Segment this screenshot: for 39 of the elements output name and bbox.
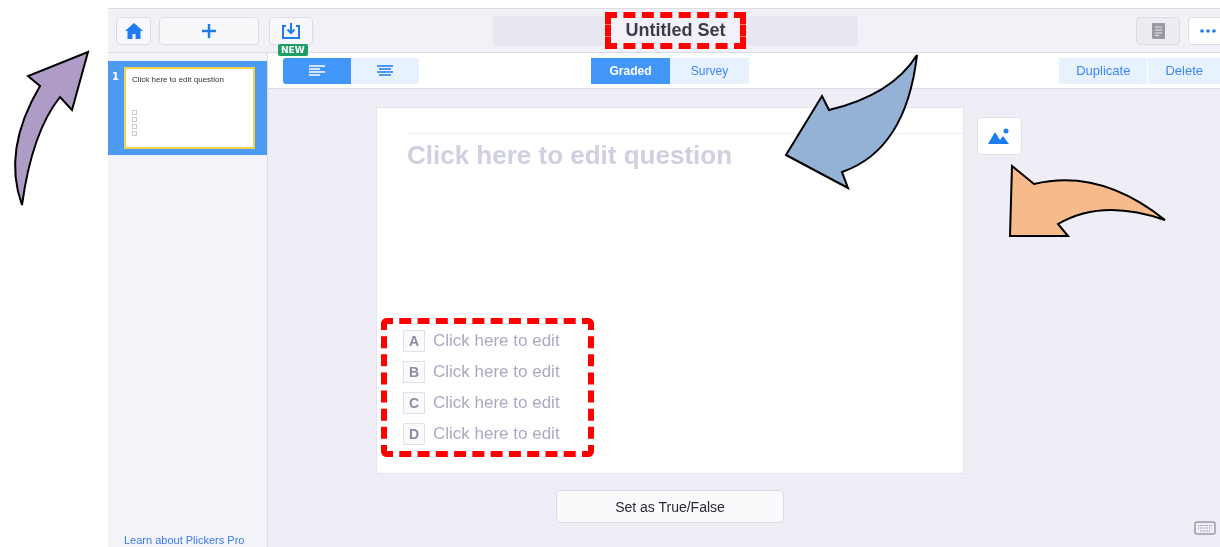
learn-more-link[interactable]: Learn about Plickers Pro	[108, 534, 267, 547]
choice-letter: D	[403, 423, 425, 445]
choice-field[interactable]: Click here to edit	[433, 393, 578, 413]
choice-letter: A	[403, 330, 425, 352]
plus-icon	[201, 22, 217, 39]
choice-letter: C	[403, 392, 425, 414]
keyboard-icon[interactable]	[1194, 521, 1216, 535]
align-left-icon	[309, 65, 325, 76]
home-icon	[124, 22, 143, 39]
alignment-button[interactable]	[351, 57, 419, 84]
download-icon	[281, 21, 301, 40]
align-center-icon	[377, 65, 393, 76]
action-button[interactable]: Delete	[1148, 57, 1220, 84]
title-field[interactable]: Untitled Set	[493, 15, 858, 46]
choice-marker-icon	[131, 131, 137, 136]
document-button[interactable]	[1136, 16, 1180, 45]
slide-item[interactable]: 1 Click here to edit question	[108, 61, 267, 155]
set-title: Untitled Set	[625, 20, 726, 40]
image-icon	[987, 128, 1012, 144]
choice-field[interactable]: Click here to edit	[433, 424, 578, 444]
choice-field[interactable]: Click here to edit	[433, 362, 578, 382]
choice-marker-icon	[131, 117, 137, 122]
choice-field[interactable]: Click here to edit	[433, 331, 578, 351]
document-icon	[1151, 22, 1165, 39]
home-button[interactable]	[116, 16, 151, 45]
add-image-button[interactable]	[977, 117, 1022, 155]
action-button[interactable]: Duplicate	[1059, 57, 1148, 84]
import-button[interactable]	[269, 16, 313, 45]
mode-tab[interactable]: Survey	[670, 57, 749, 84]
alignment-button[interactable]	[283, 57, 351, 84]
slide-number: 1	[112, 71, 119, 82]
choice-marker-icon	[131, 110, 137, 115]
more-icon	[1200, 28, 1216, 33]
choice-letter: B	[403, 361, 425, 383]
true-false-button[interactable]: Set as True/False	[556, 490, 784, 523]
mode-tab[interactable]: Graded	[591, 57, 670, 84]
choice-marker-icon	[131, 124, 137, 129]
thumbnail-question: Click here to edit question	[131, 75, 226, 84]
more-button[interactable]	[1188, 16, 1220, 45]
